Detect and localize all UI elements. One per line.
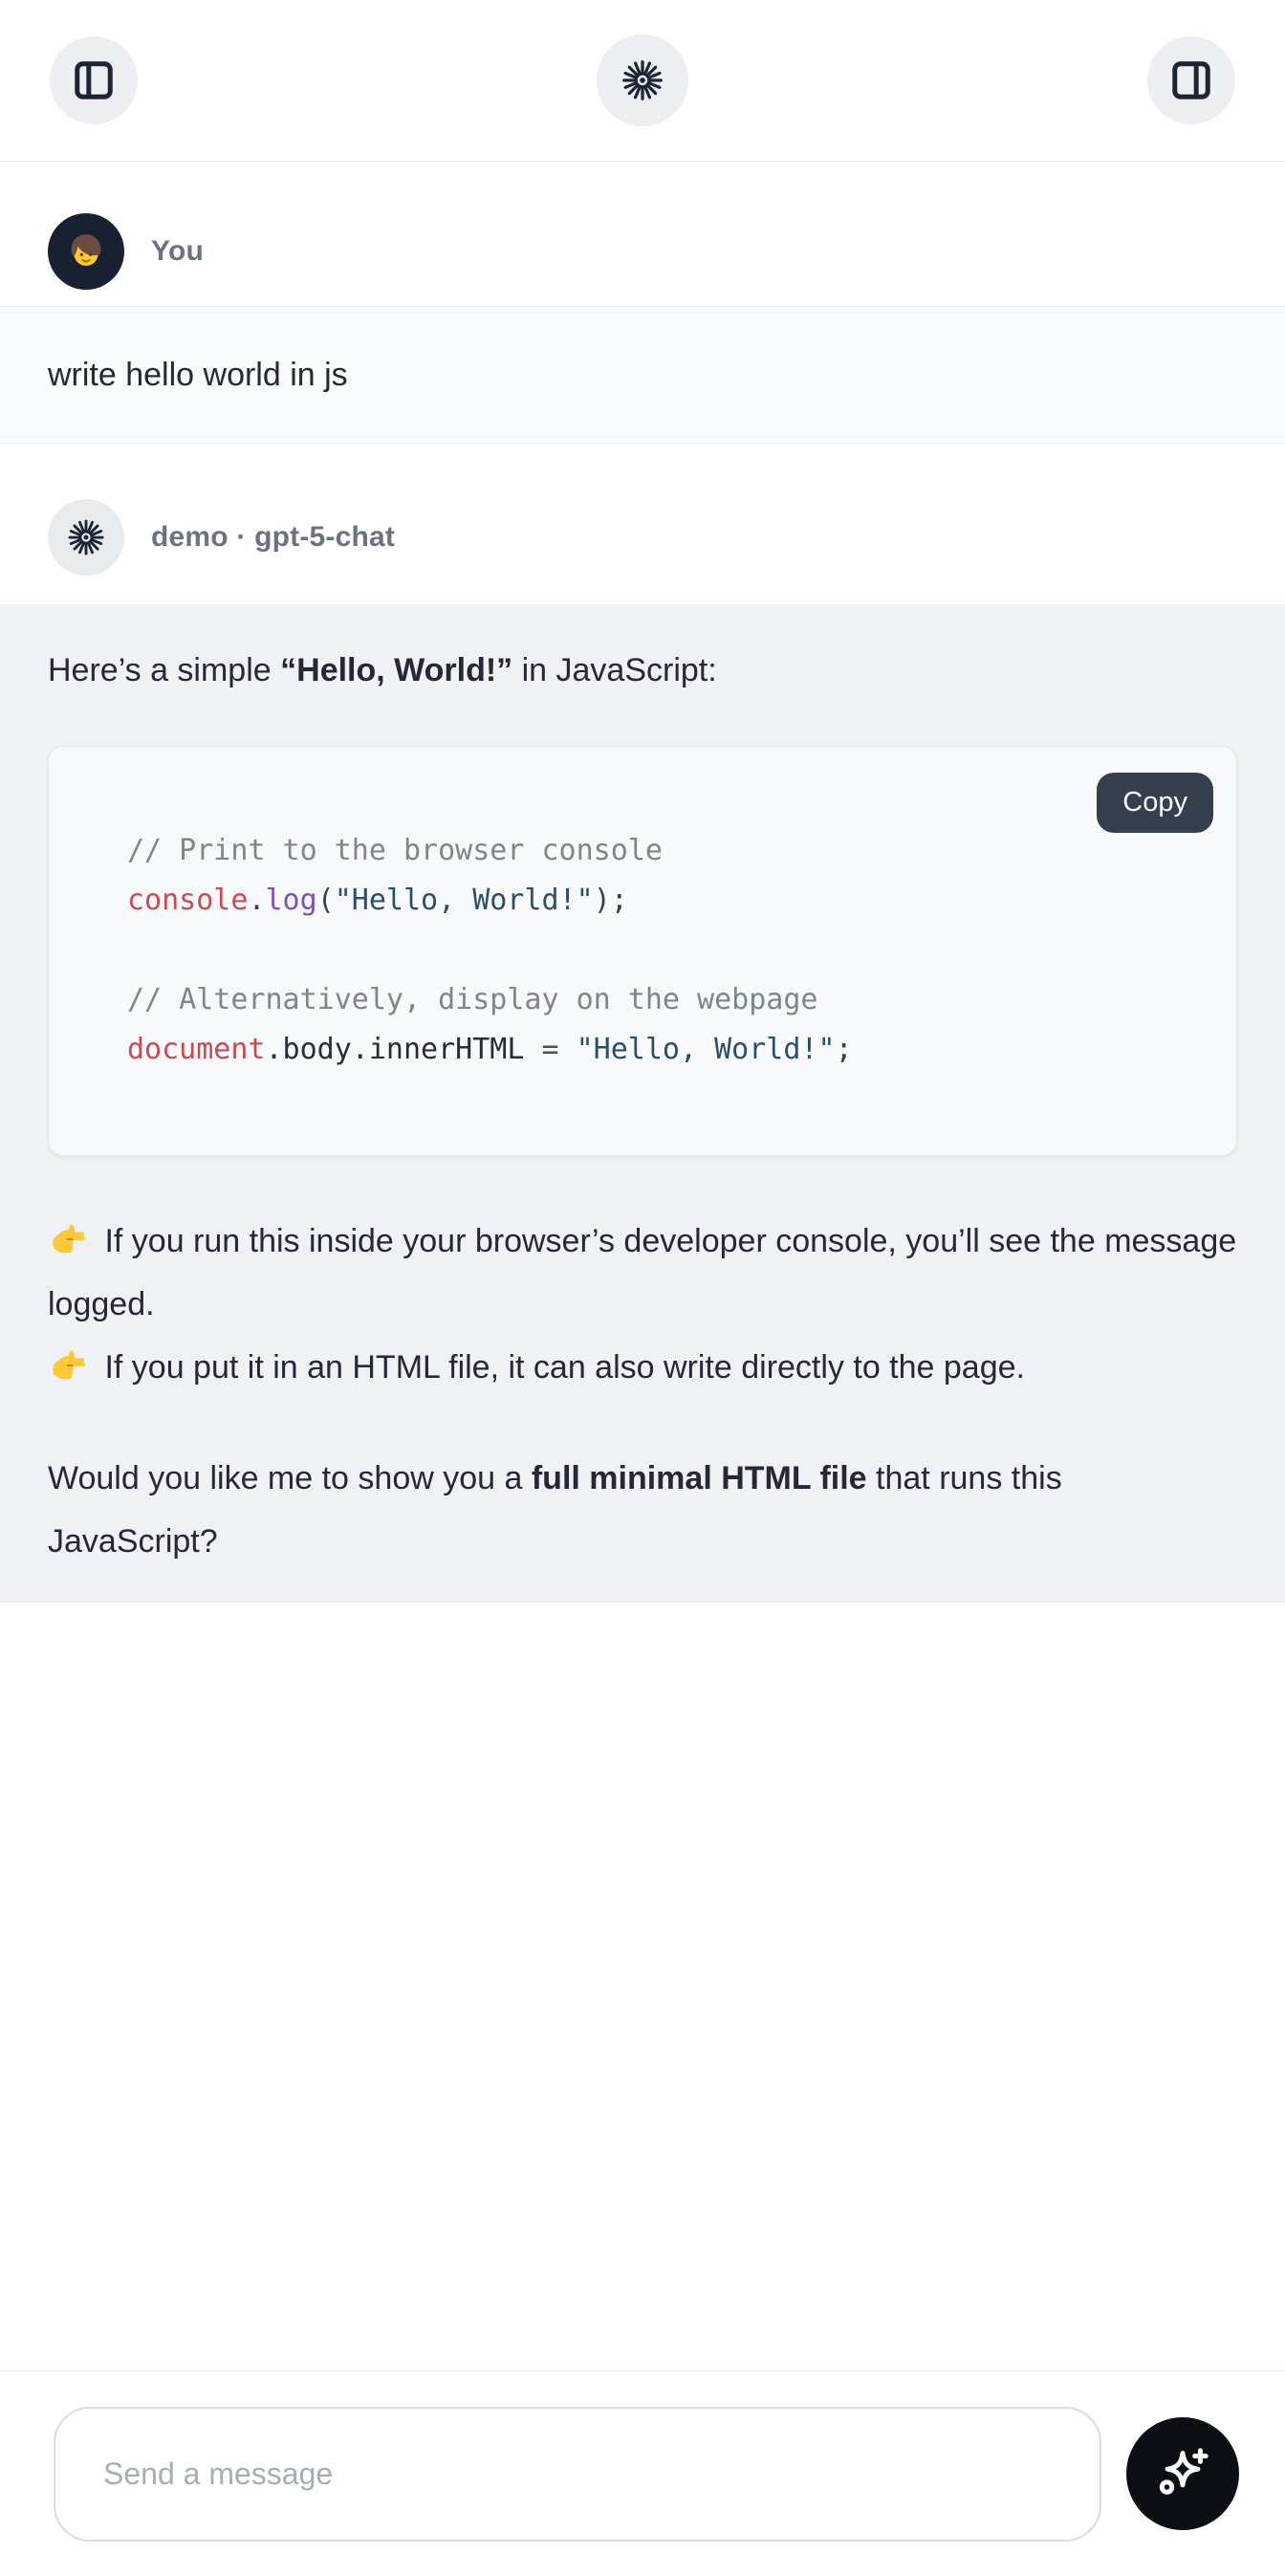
assistant-tips-paragraph: If you run this inside your browser’s de… bbox=[48, 1210, 1237, 1399]
starburst-avatar-icon bbox=[64, 515, 108, 559]
code-line: console.log("Hello, World!"); bbox=[127, 876, 1183, 926]
code-line: // Alternatively, display on the webpage bbox=[127, 975, 1183, 1025]
assistant-message-header: demo · gpt-5-chat bbox=[0, 499, 1285, 576]
user-message-bubble: write hello world in js bbox=[0, 306, 1285, 444]
assistant-intro-paragraph: Here’s a simple “Hello, World!” in JavaS… bbox=[48, 639, 1237, 702]
top-bar bbox=[0, 0, 1285, 162]
panel-right-icon bbox=[1169, 58, 1213, 102]
user-message-text: write hello world in js bbox=[48, 358, 1237, 392]
assistant-message: demo · gpt-5-chat Here’s a simple “Hello… bbox=[0, 499, 1285, 1603]
assistant-author-label: demo · gpt-5-chat bbox=[151, 521, 395, 554]
code-line bbox=[127, 926, 1183, 975]
right-panel-toggle-button[interactable] bbox=[1147, 36, 1235, 124]
sidebar-toggle-button[interactable] bbox=[50, 36, 138, 124]
code-content: // Print to the browser consoleconsole.l… bbox=[49, 747, 1236, 1155]
ai-send-button[interactable] bbox=[1126, 2417, 1239, 2530]
code-line: // Print to the browser console bbox=[127, 826, 1183, 876]
assistant-followup-paragraph: Would you like me to show you a full min… bbox=[48, 1447, 1237, 1573]
code-line: document.body.innerHTML = "Hello, World!… bbox=[127, 1025, 1183, 1075]
copy-code-button[interactable]: Copy bbox=[1097, 773, 1213, 833]
sparkle-plus-icon bbox=[1151, 2442, 1214, 2505]
code-block: Copy // Print to the browser consolecons… bbox=[48, 746, 1237, 1156]
pointing-right-emoji-icon bbox=[48, 1219, 88, 1259]
user-message-header: You bbox=[0, 213, 1285, 290]
user-avatar bbox=[48, 213, 124, 290]
app-logo-button[interactable] bbox=[597, 34, 688, 126]
chat-messages: You write hello world in js demo · gpt-5… bbox=[0, 162, 1285, 2370]
user-author-label: You bbox=[151, 235, 204, 268]
message-input[interactable] bbox=[54, 2407, 1101, 2542]
user-message: You write hello world in js bbox=[0, 213, 1285, 444]
composer-bar bbox=[0, 2370, 1285, 2576]
chat-app: You write hello world in js demo · gpt-5… bbox=[0, 0, 1285, 2576]
person-avatar-icon bbox=[59, 225, 113, 278]
panel-left-icon bbox=[72, 58, 116, 102]
assistant-avatar bbox=[48, 499, 124, 576]
starburst-logo-icon bbox=[618, 55, 667, 105]
pointing-right-emoji-icon bbox=[48, 1345, 88, 1386]
assistant-message-body: Here’s a simple “Hello, World!” in JavaS… bbox=[0, 604, 1285, 1603]
